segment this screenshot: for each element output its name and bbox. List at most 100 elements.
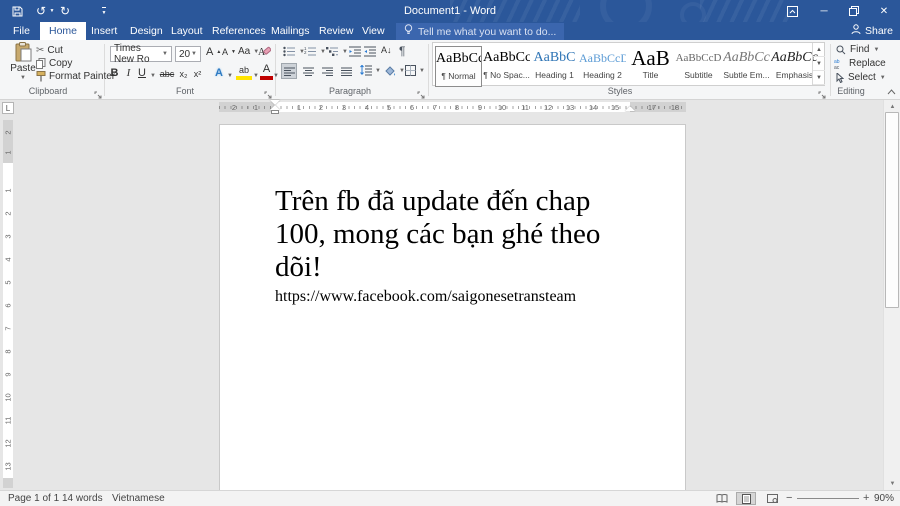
- doc-line: 100, mong các bạn ghé theo: [275, 218, 600, 251]
- gallery-more-icon[interactable]: ▼: [813, 71, 825, 85]
- vertical-ruler[interactable]: L 2 1 1 2 3 4 5 6 7 8 9 10 11 12 13: [0, 100, 16, 490]
- print-layout-icon[interactable]: [736, 492, 756, 505]
- superscript-button[interactable]: x²: [191, 64, 204, 80]
- numbering-button[interactable]: 12 ▼: [304, 46, 326, 57]
- clear-formatting-icon: A: [258, 45, 271, 57]
- shrink-font-button[interactable]: A▼: [222, 47, 236, 57]
- font-color-dropdown-icon[interactable]: ▼: [272, 64, 280, 80]
- ruler-number: 5: [4, 276, 13, 290]
- replace-button[interactable]: abac Replace: [834, 58, 886, 69]
- underline-button[interactable]: U: [136, 64, 148, 80]
- subscript-button[interactable]: x₂: [177, 64, 190, 80]
- tell-me-box[interactable]: Tell me what you want to do...: [396, 23, 564, 40]
- horizontal-ruler[interactable]: 2 1 1 2 3 4 5 6 7 8 9 10 11 12 13 14 15 …: [16, 100, 883, 114]
- font-dialog-launcher-icon[interactable]: [264, 87, 273, 96]
- tab-selector[interactable]: L: [2, 102, 14, 114]
- multilevel-list-button[interactable]: ▼: [326, 46, 348, 57]
- change-case-button[interactable]: Aa▼: [238, 46, 259, 57]
- style-emphasis[interactable]: AaBbCc Emphasis: [771, 46, 818, 87]
- line-spacing-icon: [360, 65, 372, 76]
- restore-button[interactable]: [842, 0, 866, 22]
- gallery-up-icon[interactable]: ▲: [813, 43, 825, 57]
- align-left-button[interactable]: [281, 63, 297, 79]
- close-button[interactable]: ✕: [872, 0, 896, 22]
- shading-button[interactable]: ▼: [384, 65, 405, 76]
- highlight-button[interactable]: ab: [236, 64, 252, 80]
- tab-home[interactable]: Home: [40, 22, 86, 40]
- zoom-slider-track[interactable]: [797, 498, 859, 499]
- copy-button[interactable]: Copy: [36, 58, 72, 69]
- font-name-combo[interactable]: Times New Ro ▼: [110, 46, 172, 62]
- web-layout-icon[interactable]: [762, 492, 782, 505]
- select-label: Select: [848, 72, 876, 83]
- page-indicator[interactable]: Page 1 of 1: [8, 491, 59, 506]
- show-hide-pilcrow-button[interactable]: ¶: [399, 44, 405, 58]
- sort-button[interactable]: A↓: [381, 45, 392, 55]
- select-button[interactable]: Select ▼: [836, 72, 886, 83]
- ruler-number: 7: [4, 322, 13, 336]
- minimize-button[interactable]: ─: [812, 0, 836, 22]
- zoom-level[interactable]: 90%: [874, 491, 894, 506]
- right-indent-marker[interactable]: [625, 106, 635, 111]
- gallery-down-icon[interactable]: ▼: [813, 57, 825, 71]
- word-count[interactable]: 14 words: [62, 491, 103, 506]
- ribbon-display-options-icon[interactable]: [780, 0, 804, 22]
- doc-line: dõi!: [275, 251, 600, 284]
- ruler-number: 4: [361, 103, 373, 112]
- strikethrough-button[interactable]: abc: [158, 64, 176, 80]
- justify-button[interactable]: [338, 63, 354, 79]
- text-effects-button[interactable]: A: [212, 64, 226, 80]
- format-painter-button[interactable]: Format Painter: [36, 71, 115, 82]
- read-mode-icon[interactable]: [712, 492, 732, 505]
- style-no-spacing[interactable]: AaBbCcI ¶ No Spac...: [483, 46, 530, 87]
- vertical-scrollbar[interactable]: ▲ ▼: [883, 100, 900, 490]
- highlight-dropdown-icon[interactable]: ▼: [252, 64, 260, 80]
- select-cursor-icon: [836, 73, 844, 83]
- paste-button[interactable]: Paste ▼: [8, 42, 38, 81]
- document-paragraph[interactable]: Trên fb đã update đến chap 100, mong các…: [275, 185, 600, 284]
- bold-button[interactable]: B: [108, 64, 121, 80]
- style-heading2[interactable]: AaBbCcD Heading 2: [579, 46, 626, 87]
- scroll-down-icon[interactable]: ▼: [884, 477, 900, 490]
- document-link-text[interactable]: https://www.facebook.com/saigonesetranst…: [275, 288, 576, 306]
- decrease-indent-button[interactable]: [349, 46, 361, 57]
- paragraph-dialog-launcher-icon[interactable]: [417, 87, 426, 96]
- styles-gallery-scroll: ▲ ▼ ▼: [812, 43, 825, 85]
- line-spacing-button[interactable]: ▼: [360, 65, 381, 76]
- cut-button[interactable]: ✂ Cut: [36, 45, 63, 56]
- zoom-out-button[interactable]: −: [786, 491, 792, 506]
- language-indicator[interactable]: Vietnamese: [112, 491, 165, 506]
- font-size-combo[interactable]: 20 ▼: [175, 46, 201, 62]
- grow-font-button[interactable]: A▲: [206, 46, 221, 58]
- increase-indent-button[interactable]: [364, 46, 376, 57]
- document-page[interactable]: Trên fb đã update đến chap 100, mong các…: [219, 124, 686, 490]
- document-area[interactable]: Trên fb đã update đến chap 100, mong các…: [16, 114, 883, 490]
- tab-file[interactable]: File: [4, 22, 39, 40]
- style-heading1[interactable]: AaBbC Heading 1: [531, 46, 578, 87]
- svg-text:ac: ac: [834, 65, 840, 69]
- align-right-button[interactable]: [319, 63, 335, 79]
- style-normal[interactable]: AaBbCcI ¶ Normal: [435, 46, 482, 87]
- share-button[interactable]: Share: [851, 22, 893, 40]
- collapse-ribbon-icon[interactable]: [884, 86, 898, 98]
- clipboard-dialog-launcher-icon[interactable]: [94, 87, 103, 96]
- style-title[interactable]: AaB Title: [627, 46, 674, 87]
- bullets-button[interactable]: ▼: [283, 46, 305, 57]
- underline-dropdown-icon[interactable]: ▼: [149, 64, 157, 80]
- style-subtitle[interactable]: AaBbCcD Subtitle: [675, 46, 722, 87]
- find-button[interactable]: Find ▼: [836, 44, 879, 55]
- italic-button[interactable]: I: [123, 64, 134, 80]
- tab-insert[interactable]: Insert: [82, 22, 126, 40]
- clear-formatting-button[interactable]: A: [258, 45, 271, 57]
- group-divider: [104, 44, 105, 96]
- find-label: Find: [850, 44, 869, 55]
- tab-view[interactable]: View: [353, 22, 394, 40]
- scrollbar-thumb[interactable]: [885, 112, 899, 308]
- borders-button[interactable]: ▼: [405, 65, 425, 76]
- zoom-in-button[interactable]: +: [863, 491, 869, 506]
- style-subtle-emphasis[interactable]: AaBbCc Subtle Em...: [723, 46, 770, 87]
- styles-group-label: Styles: [595, 86, 645, 96]
- align-center-button[interactable]: [300, 63, 316, 79]
- align-center-icon: [303, 67, 314, 76]
- text-effects-dropdown-icon[interactable]: ▼: [226, 64, 234, 80]
